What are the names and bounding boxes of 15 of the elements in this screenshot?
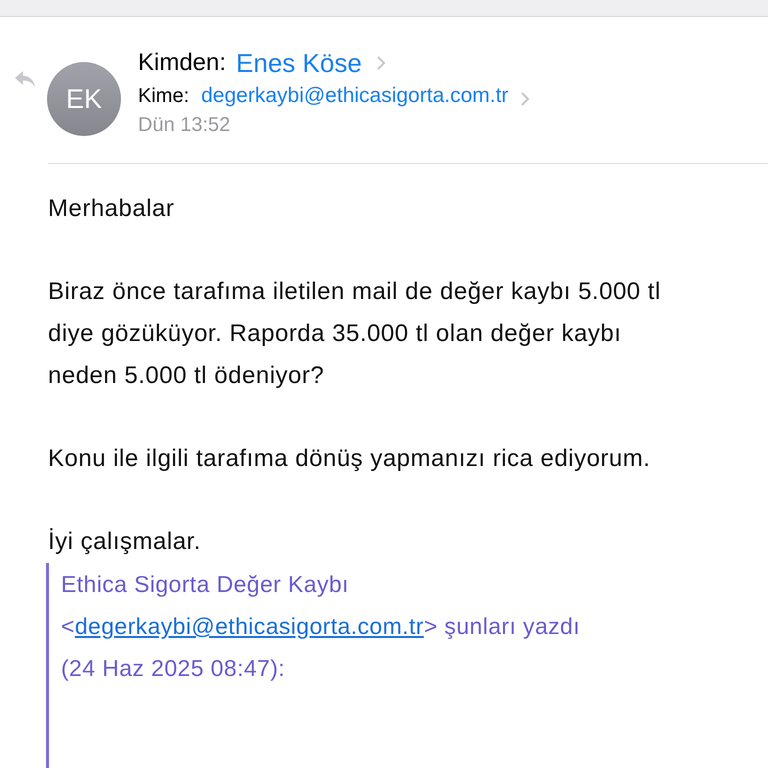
sender-name[interactable]: Enes Köse — [236, 48, 362, 78]
avatar: EK — [47, 62, 121, 136]
message-paragraph: Biraz önce tarafıma iletilen mail de değer kaybı 5.000 tl diye gözüküyor. Raporda 35.000 tl olan değer kaybı neden 5.000 tl ödeniyor? — [48, 277, 662, 391]
chevron-icon[interactable] — [376, 55, 386, 71]
quote-header: Ethica Sigorta Değer Kaybı <degerkaybi@ethicasigorta.com.tr> şunları yazdı (24 Haz 2025 08:47): — [61, 570, 582, 683]
recipient-address[interactable]: degerkaybi@ethicasigorta.com.tr — [201, 84, 508, 108]
email-link[interactable]: degerkaybi@ethicasigorta.com.tr — [74, 613, 424, 639]
message-date: Dün 13:52 — [138, 114, 232, 137]
message-paragraph: Konu ile ilgili tarafıma dönüş yapmanızı rica ediyorum. — [48, 444, 652, 474]
reply-icon[interactable] — [14, 70, 36, 88]
from-label: Kimden: — [138, 49, 226, 77]
to-label: Kime: — [138, 84, 190, 108]
chevron-icon[interactable] — [520, 91, 530, 107]
message-paragraph: Merhabalar — [48, 194, 176, 224]
message-paragraph: İyi çalışmalar. — [48, 527, 202, 557]
